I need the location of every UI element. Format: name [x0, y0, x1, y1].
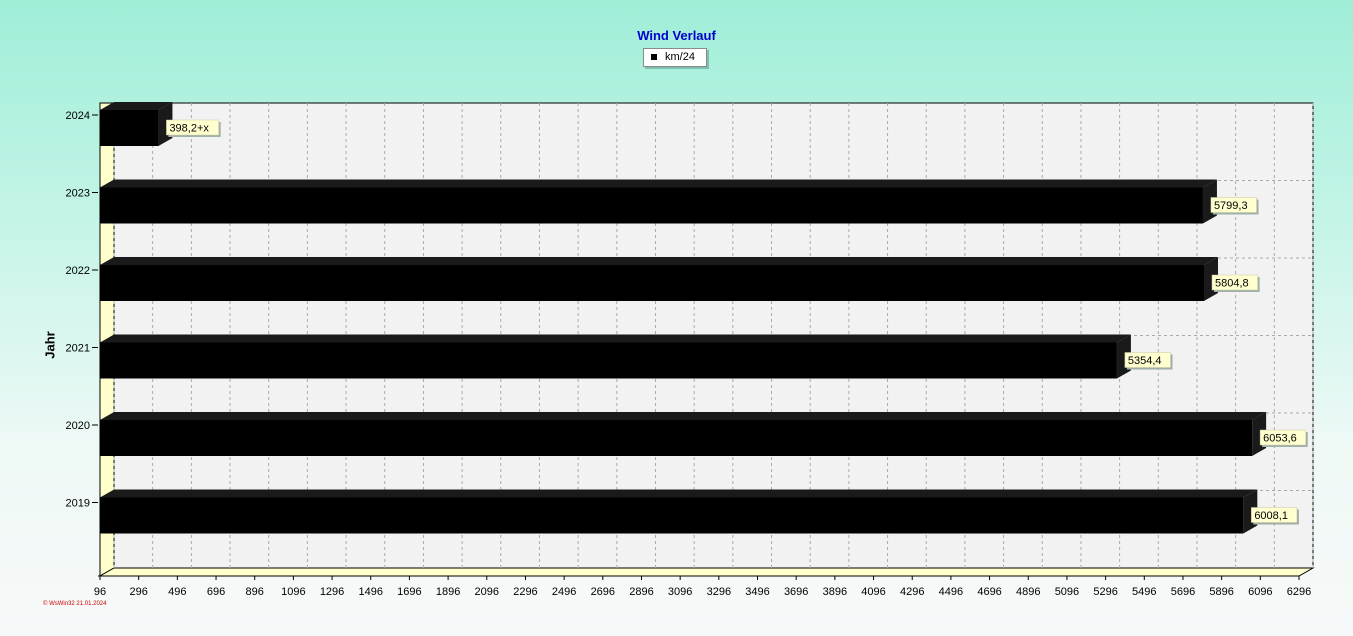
y-tick-label: 2019	[66, 498, 90, 510]
x-tick-label: 2696	[591, 586, 615, 598]
x-tick-label: 4696	[977, 586, 1001, 598]
x-tick-label: 5096	[1055, 586, 1079, 598]
x-tick-label: 1896	[436, 586, 460, 598]
y-tick-label: 2024	[66, 110, 90, 122]
x-tick-label: 3696	[784, 586, 808, 598]
x-tick-label: 6296	[1287, 586, 1311, 598]
x-tick-label: 6096	[1248, 586, 1272, 598]
x-tick-label: 96	[94, 586, 106, 598]
bar	[100, 110, 159, 146]
x-tick-label: 1296	[320, 586, 344, 598]
x-tick-label: 5496	[1132, 586, 1156, 598]
data-label: 5354,4	[1128, 355, 1162, 367]
bar-top	[100, 179, 1217, 188]
bar-top	[100, 334, 1131, 343]
data-label: 5799,3	[1214, 200, 1248, 212]
y-tick-label: 2023	[66, 188, 90, 200]
x-tick-label: 1096	[281, 586, 305, 598]
x-tick-label: 4496	[939, 586, 963, 598]
bar-chart: 2024 398,2+x 2023 5799,3 2022 5804,8 2021 5354,…	[66, 102, 1315, 598]
y-tick-label: 2020	[66, 420, 90, 432]
x-tick-label: 496	[168, 586, 186, 598]
x-tick-label: 1696	[397, 586, 421, 598]
bar	[100, 187, 1203, 224]
x-tick-label: 2096	[475, 586, 499, 598]
bar	[100, 420, 1253, 456]
x-tick-label: 5696	[1171, 586, 1195, 598]
x-tick-label: 2296	[513, 586, 537, 598]
x-tick-label: 4896	[1016, 586, 1040, 598]
bar	[100, 342, 1117, 379]
x-tick-label: 3296	[707, 586, 731, 598]
x-tick-label: 696	[207, 586, 225, 598]
bar-top	[100, 412, 1267, 420]
x-tick-label: 2896	[629, 586, 653, 598]
data-label: 6053,6	[1263, 433, 1297, 445]
bar-top	[100, 257, 1219, 265]
data-label: 5804,8	[1215, 278, 1249, 290]
x-tick-label: 4296	[900, 586, 924, 598]
x-tick-label: 5296	[1093, 586, 1117, 598]
x-tick-label: 5896	[1209, 586, 1233, 598]
x-tick-label: 3496	[745, 586, 769, 598]
bar	[100, 265, 1205, 301]
y-tick-label: 2021	[66, 343, 90, 355]
x-tick-label: 296	[129, 586, 147, 598]
footer-credit: © WsWin32 21.01.2024	[43, 601, 107, 607]
bar	[100, 497, 1244, 534]
x-tick-label: 2496	[552, 586, 576, 598]
y-tick-label: 2022	[66, 265, 90, 277]
x-tick-label: 896	[246, 586, 264, 598]
data-label: 398,2+x	[169, 123, 209, 135]
x-tick-label: 3896	[823, 586, 847, 598]
x-tick-label: 1496	[358, 586, 382, 598]
x-tick-label: 4096	[861, 586, 885, 598]
plot-floor	[98, 567, 1315, 577]
x-tick-label: 3096	[668, 586, 692, 598]
data-label: 6008,1	[1254, 510, 1288, 522]
bar-top	[100, 489, 1258, 498]
